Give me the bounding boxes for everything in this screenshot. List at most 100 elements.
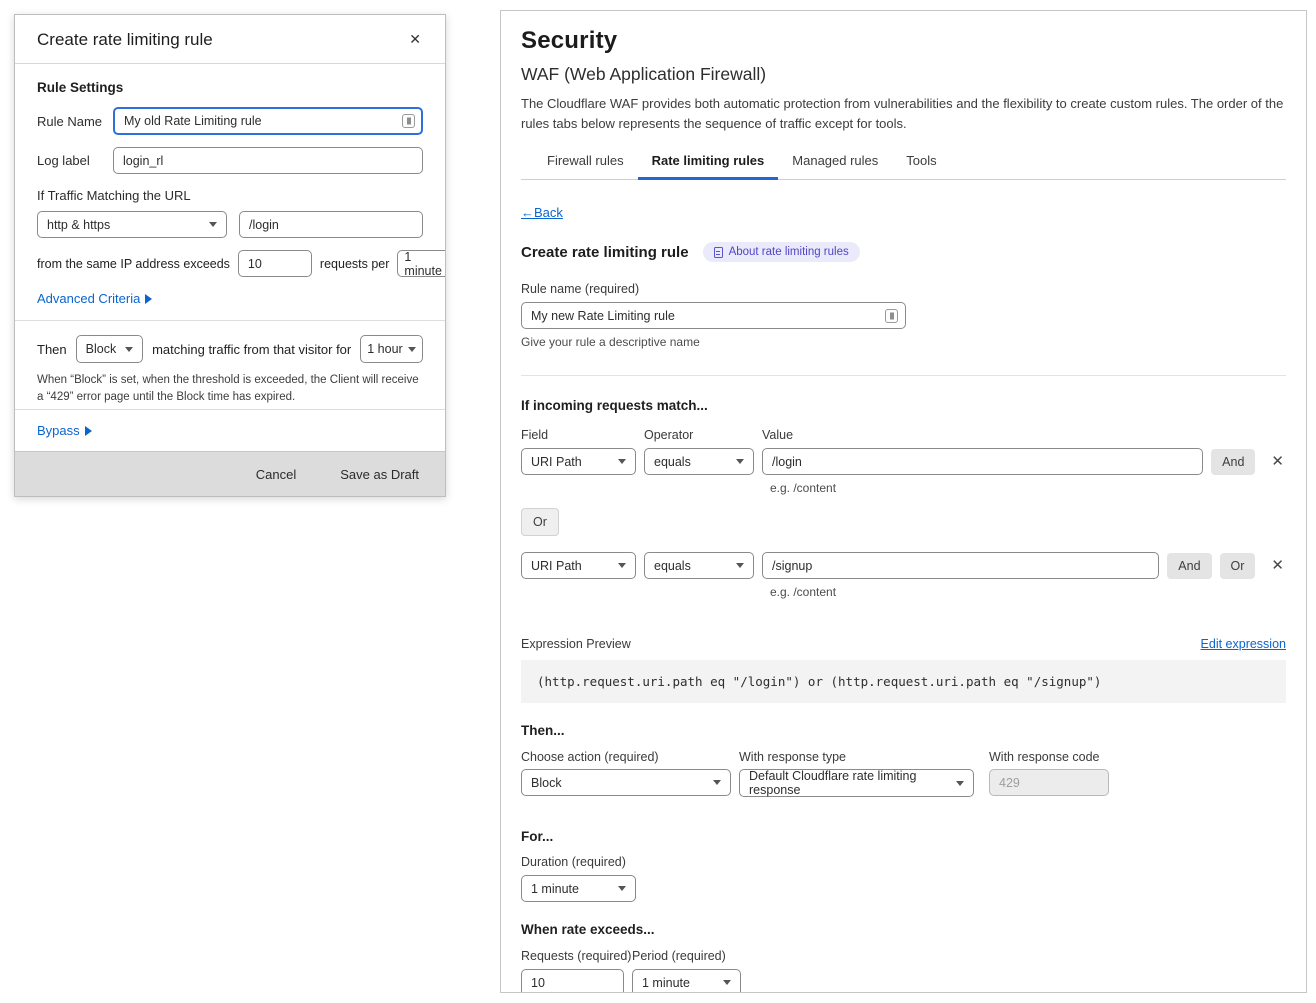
log-label-input[interactable] [113, 147, 423, 174]
chevron-down-icon [408, 347, 416, 352]
rule-name-input[interactable] [521, 302, 906, 329]
then-suffix: matching traffic from that visitor for [152, 342, 351, 357]
threshold-prefix: from the same IP address exceeds [37, 257, 230, 271]
period-label: Period (required) [632, 949, 726, 963]
save-as-draft-button[interactable]: Save as Draft [340, 467, 419, 482]
chevron-down-icon [956, 781, 964, 786]
page-title: Security [521, 27, 1286, 55]
or-button[interactable]: Or [1220, 553, 1256, 579]
chevron-down-icon [736, 459, 744, 464]
operator-select[interactable]: equals [644, 552, 754, 579]
back-link[interactable]: ←Back [521, 205, 563, 220]
log-label-row: Log label [37, 147, 423, 174]
scheme-select[interactable]: http & https [37, 211, 227, 238]
dialog-footer: Cancel Save as Draft [15, 451, 445, 496]
log-label-label: Log label [37, 153, 113, 168]
chevron-down-icon [125, 347, 133, 352]
rule-name-helper: Give your rule a descriptive name [521, 335, 1286, 349]
dialog-divider [15, 320, 445, 321]
rule-name-row: Rule Name [37, 107, 423, 135]
bypass-link[interactable]: Bypass [37, 423, 92, 438]
dialog-title: Create rate limiting rule [37, 30, 213, 50]
advanced-criteria-link[interactable]: Advanced Criteria [37, 291, 152, 306]
value-helper: e.g. /content [770, 585, 1286, 599]
tab-firewall-rules[interactable]: Firewall rules [533, 147, 638, 180]
about-rate-limiting-badge[interactable]: About rate limiting rules [703, 242, 860, 262]
value-helper: e.g. /content [770, 481, 1286, 495]
rule-name-label: Rule name (required) [521, 282, 1286, 296]
choose-action-select[interactable]: Block [521, 769, 731, 796]
operator-select[interactable]: equals [644, 448, 754, 475]
and-button[interactable]: And [1211, 449, 1255, 475]
close-icon[interactable]: ✕ [407, 30, 423, 48]
threshold-row: from the same IP address exceeds request… [37, 250, 423, 277]
then-section-title: Then... [521, 723, 1286, 738]
waf-tabs: Firewall rules Rate limiting rules Manag… [521, 147, 1286, 180]
page-subtitle: WAF (Web Application Firewall) [521, 64, 1286, 85]
response-code-label: With response code [989, 750, 1099, 764]
threshold-input[interactable] [238, 250, 312, 277]
then-row: Then Block matching traffic from that vi… [37, 335, 423, 363]
triangle-right-icon [145, 294, 152, 304]
triangle-right-icon [85, 426, 92, 436]
cancel-button[interactable]: Cancel [256, 467, 296, 482]
dialog-header: Create rate limiting rule ✕ [15, 15, 445, 64]
threshold-period-select[interactable]: 1 minute [397, 250, 445, 277]
field-column-label: Field [521, 428, 636, 442]
rule-name-label: Rule Name [37, 114, 113, 129]
expression-code: (http.request.uri.path eq "/login") or (… [521, 660, 1286, 703]
condition-row: URI Path equals And ✕ [521, 448, 1286, 475]
section-divider [521, 375, 1286, 376]
rule-settings-heading: Rule Settings [37, 80, 423, 95]
condition-row: URI Path equals And Or ✕ [521, 552, 1286, 579]
document-icon [714, 247, 723, 258]
back-arrow-icon: ← [521, 205, 534, 220]
and-button[interactable]: And [1167, 553, 1211, 579]
block-duration-select[interactable]: 1 hour [360, 335, 423, 363]
choose-action-label: Choose action (required) [521, 750, 739, 764]
value-input[interactable] [762, 448, 1203, 475]
chevron-down-icon [209, 222, 217, 227]
threshold-mid: requests per [320, 257, 389, 271]
response-code-input [989, 769, 1109, 796]
response-type-select[interactable]: Default Cloudflare rate limiting respons… [739, 769, 974, 797]
tab-managed-rules[interactable]: Managed rules [778, 147, 892, 180]
for-section-title: For... [521, 829, 1286, 844]
block-note: When “Block” is set, when the threshold … [37, 372, 423, 407]
duration-label: Duration (required) [521, 855, 1286, 869]
page-description: The Cloudflare WAF provides both automat… [521, 94, 1286, 134]
field-select[interactable]: URI Path [521, 552, 636, 579]
then-label: Then [37, 342, 67, 357]
bypass-section: Bypass [15, 409, 445, 451]
requests-label: Requests (required) [521, 949, 632, 963]
autofill-icon [885, 309, 898, 323]
edit-expression-link[interactable]: Edit expression [1201, 637, 1286, 651]
action-select[interactable]: Block [76, 335, 143, 363]
tab-tools[interactable]: Tools [892, 147, 950, 180]
duration-select[interactable]: 1 minute [521, 875, 636, 902]
expression-preview-label: Expression Preview [521, 637, 631, 651]
chevron-down-icon [723, 980, 731, 985]
autofill-icon [402, 114, 415, 128]
chevron-down-icon [736, 563, 744, 568]
remove-condition-icon[interactable]: ✕ [1269, 454, 1286, 469]
rule-name-input[interactable] [113, 107, 423, 135]
value-input[interactable] [762, 552, 1159, 579]
chevron-down-icon [713, 780, 721, 785]
form-title: Create rate limiting rule [521, 244, 689, 261]
url-match-row: http & https [37, 211, 423, 238]
url-input[interactable] [239, 211, 423, 238]
security-panel: Security WAF (Web Application Firewall) … [500, 10, 1307, 993]
value-column-label: Value [762, 428, 793, 442]
dialog-body: Rule Settings Rule Name Log label If Tra… [15, 64, 445, 409]
or-connector-button[interactable]: Or [521, 508, 559, 536]
chevron-down-icon [618, 459, 626, 464]
field-select[interactable]: URI Path [521, 448, 636, 475]
tab-rate-limiting-rules[interactable]: Rate limiting rules [638, 147, 779, 180]
period-select[interactable]: 1 minute [632, 969, 741, 993]
remove-condition-icon[interactable]: ✕ [1269, 558, 1286, 573]
operator-column-label: Operator [644, 428, 754, 442]
legacy-rate-limit-dialog: Create rate limiting rule ✕ Rule Setting… [14, 14, 446, 497]
requests-input[interactable] [521, 969, 624, 993]
match-section-title: If incoming requests match... [521, 398, 1286, 413]
